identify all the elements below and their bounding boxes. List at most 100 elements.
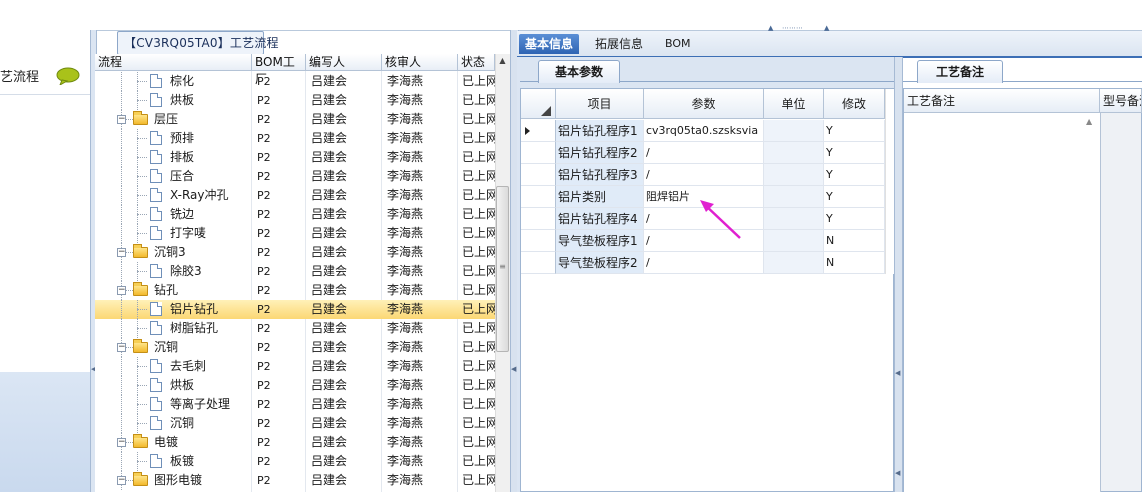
param-modify-cell[interactable]: Y [824, 164, 885, 186]
remark-col-model-remark[interactable]: 型号备注 [1100, 89, 1142, 113]
param-modify-cell[interactable]: Y [824, 186, 885, 208]
row-selector[interactable] [521, 252, 556, 274]
tree-row[interactable]: 等离子处理 P2 吕建会 李海燕 已上网 [95, 395, 495, 414]
tree-col-status[interactable]: 状态 [458, 54, 495, 71]
document-icon [150, 264, 162, 278]
tree-node-label: 打字唛 [170, 226, 207, 240]
param-value-cell[interactable]: / [644, 142, 764, 164]
tab-bom[interactable]: BOM [659, 34, 697, 54]
writer-cell: 吕建会 [311, 435, 348, 449]
tree-row[interactable]: − 图形电镀 P2 吕建会 李海燕 已上网 [95, 471, 495, 490]
tree-col-writer[interactable]: 编写人 [306, 54, 382, 71]
middle-splitter-grip[interactable]: ◀ [511, 366, 516, 373]
row-selector[interactable] [521, 230, 556, 252]
writer-cell: 吕建会 [311, 302, 348, 316]
reviewer-cell: 李海燕 [387, 74, 424, 88]
tree-row[interactable]: 铣边 P2 吕建会 李海燕 已上网 [95, 205, 495, 224]
param-value-cell[interactable]: / [644, 164, 764, 186]
remark-col-process-remark[interactable]: 工艺备注 [904, 89, 1100, 113]
speech-bubble-icon[interactable] [56, 67, 80, 85]
row-selector[interactable] [521, 208, 556, 230]
params-row[interactable]: 导气垫板程序2/ N [521, 252, 885, 274]
tree-connector [137, 157, 147, 158]
params-col-modify[interactable]: 修改 [824, 89, 885, 119]
param-modify-cell[interactable]: N [824, 252, 885, 274]
tree-row[interactable]: 压合 P2 吕建会 李海燕 已上网 [95, 167, 495, 186]
param-unit-cell[interactable] [764, 208, 824, 230]
row-selector[interactable] [521, 164, 556, 186]
tree-node-label: 钻孔 [154, 283, 179, 297]
tree-row[interactable]: 去毛刺 P2 吕建会 李海燕 已上网 [95, 357, 495, 376]
tree-row[interactable]: 打字唛 P2 吕建会 李海燕 已上网 [95, 224, 495, 243]
tab-basic-params[interactable]: 基本参数 [538, 60, 620, 83]
tree-row[interactable]: 沉铜 P2 吕建会 李海燕 已上网 [95, 414, 495, 433]
collapse-toggle-icon[interactable]: − [117, 476, 126, 485]
collapse-toggle-icon[interactable]: − [117, 115, 126, 124]
collapse-toggle-icon[interactable]: − [117, 438, 126, 447]
param-modify-cell[interactable]: Y [824, 120, 885, 142]
param-unit-cell[interactable] [764, 230, 824, 252]
tree-row[interactable]: 排板 P2 吕建会 李海燕 已上网 [95, 148, 495, 167]
process-remark-textarea[interactable] [904, 113, 1101, 492]
tree-col-process[interactable]: 流程 [95, 54, 252, 71]
right-splitter-grip-lower[interactable]: ◀ [895, 470, 900, 477]
tab-extended-info[interactable]: 拓展信息 [589, 34, 649, 54]
param-modify-cell[interactable]: Y [824, 142, 885, 164]
tree-row[interactable]: 预排 P2 吕建会 李海燕 已上网 [95, 129, 495, 148]
document-icon [150, 74, 162, 88]
param-unit-cell[interactable] [764, 142, 824, 164]
scroll-up-arrow-icon[interactable]: ▲ [495, 56, 510, 70]
tree-row[interactable]: X-Ray冲孔 P2 吕建会 李海燕 已上网 [95, 186, 495, 205]
param-value-cell[interactable]: cv3rq05ta0.szsksvia [644, 120, 764, 142]
left-pane-title[interactable]: 艺流程 [0, 66, 39, 85]
tree-row[interactable]: 铝片钻孔 P2 吕建会 李海燕 已上网 [95, 300, 495, 319]
param-unit-cell[interactable] [764, 252, 824, 274]
param-unit-cell[interactable] [764, 120, 824, 142]
param-modify-cell[interactable]: N [824, 230, 885, 252]
collapse-toggle-icon[interactable]: − [117, 248, 126, 257]
tree-row[interactable]: 板镀 P2 吕建会 李海燕 已上网 [95, 452, 495, 471]
tree-connector [137, 271, 147, 272]
row-selector[interactable] [521, 142, 556, 164]
corner-triangle-icon [541, 106, 551, 116]
params-scrollbar[interactable] [885, 89, 894, 274]
params-col-item[interactable]: 项目 [556, 89, 644, 119]
params-row[interactable]: 铝片钻孔程序2/ Y [521, 142, 885, 164]
param-unit-cell[interactable] [764, 186, 824, 208]
row-selector[interactable] [521, 186, 556, 208]
tree-node-label: 铝片钻孔 [170, 302, 219, 316]
right-splitter-grip[interactable]: ◀ [895, 370, 900, 377]
tree-row[interactable]: 烘板 P2 吕建会 李海燕 已上网 [95, 91, 495, 110]
tree-row[interactable]: 除胶3 P2 吕建会 李海燕 已上网 [95, 262, 495, 281]
tree-row[interactable]: 树脂钻孔 P2 吕建会 李海燕 已上网 [95, 319, 495, 338]
tree-row[interactable]: − 电镀 P2 吕建会 李海燕 已上网 [95, 433, 495, 452]
param-value-cell[interactable]: / [644, 252, 764, 274]
tree-node-label: 排板 [170, 150, 195, 164]
params-col-param[interactable]: 参数 [644, 89, 764, 119]
collapse-toggle-icon[interactable]: − [117, 286, 126, 295]
tab-basic-info[interactable]: 基本信息 [519, 34, 580, 54]
scroll-up-arrow-icon[interactable]: ▲ [1086, 117, 1092, 126]
param-modify-cell[interactable]: Y [824, 208, 885, 230]
writer-cell: 吕建会 [311, 283, 348, 297]
tree-row[interactable]: 烘板 P2 吕建会 李海燕 已上网 [95, 376, 495, 395]
scroll-grip-icon: ≡ [499, 262, 506, 271]
tree-col-reviewer[interactable]: 核审人 [382, 54, 458, 71]
status-cell: 已上网 [462, 131, 495, 145]
tab-process-remark[interactable]: 工艺备注 [917, 60, 1003, 83]
tree-row[interactable]: − 沉铜 P2 吕建会 李海燕 已上网 [95, 338, 495, 357]
params-row[interactable]: 铝片钻孔程序1 cv3rq05ta0.szsksvia Y [521, 120, 885, 142]
right-splitter[interactable] [894, 57, 903, 492]
tree-row[interactable]: − 钻孔 P2 吕建会 李海燕 已上网 [95, 281, 495, 300]
tree-row[interactable]: 棕化 P2 吕建会 李海燕 已上网 [95, 72, 495, 91]
tree-row[interactable]: − 沉铜3 P2 吕建会 李海燕 已上网 [95, 243, 495, 262]
writer-cell: 吕建会 [311, 397, 348, 411]
params-row[interactable]: 铝片钻孔程序3/ Y [521, 164, 885, 186]
reviewer-cell: 李海燕 [387, 150, 424, 164]
tree-row[interactable]: − 层压 P2 吕建会 李海燕 已上网 [95, 110, 495, 129]
collapse-toggle-icon[interactable]: − [117, 343, 126, 352]
tree-col-bom-factory[interactable]: BOM工厂 [252, 54, 306, 86]
writer-cell: 吕建会 [311, 473, 348, 487]
param-unit-cell[interactable] [764, 164, 824, 186]
params-col-unit[interactable]: 单位 [764, 89, 824, 119]
